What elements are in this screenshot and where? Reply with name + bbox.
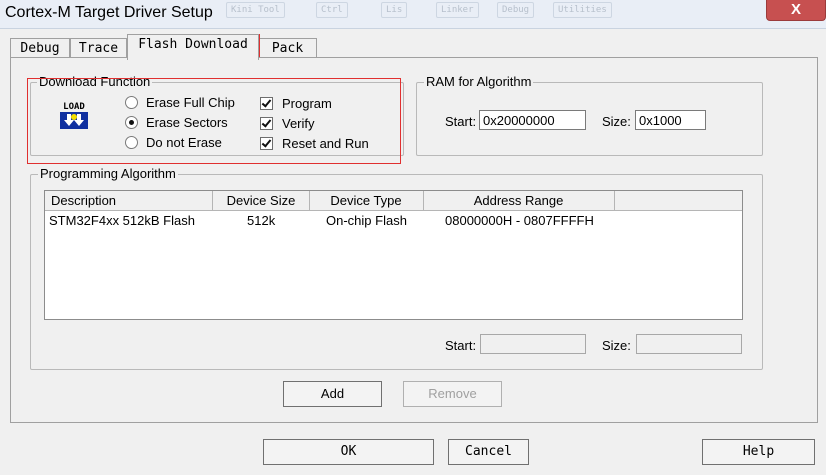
title-bar: Cortex-M Target Driver Setup Kini Tool C… bbox=[0, 0, 826, 29]
algorithm-table[interactable]: Description Device Size Device Type Addr… bbox=[44, 190, 743, 320]
checkbox-checked-icon[interactable] bbox=[260, 136, 273, 150]
ok-button[interactable]: OK bbox=[263, 439, 434, 465]
ghost-tab-3: Lis bbox=[381, 2, 408, 18]
help-button[interactable]: Help bbox=[702, 439, 815, 465]
add-button[interactable]: Add bbox=[283, 381, 382, 407]
ghost-tab-2: Ctrl bbox=[316, 2, 348, 18]
ghost-tab-1: Kini Tool bbox=[226, 2, 285, 18]
column-description[interactable]: Description bbox=[45, 191, 213, 210]
ghost-tab-5: Debug bbox=[497, 2, 535, 18]
ram-start-input[interactable]: 0x20000000 bbox=[479, 110, 586, 130]
radio-icon[interactable] bbox=[125, 95, 138, 109]
erase-sectors-option[interactable]: Erase Sectors bbox=[125, 113, 228, 131]
algorithm-start-label: Start: bbox=[445, 338, 477, 353]
reset-and-run-label: Reset and Run bbox=[282, 135, 369, 151]
row-device-type: On-chip Flash bbox=[326, 213, 407, 228]
programming-algorithm-title: Programming Algorithm bbox=[38, 166, 178, 181]
row-address-range: 08000000H - 0807FFFFH bbox=[445, 213, 594, 228]
column-device-size[interactable]: Device Size bbox=[213, 191, 310, 210]
table-header: Description Device Size Device Type Addr… bbox=[45, 191, 742, 211]
ram-for-algorithm-title: RAM for Algorithm bbox=[424, 74, 534, 89]
verify-label: Verify bbox=[282, 115, 315, 131]
load-icon: LOAD bbox=[58, 99, 90, 131]
algorithm-start-input[interactable] bbox=[480, 334, 586, 354]
column-device-type[interactable]: Device Type bbox=[309, 191, 424, 210]
program-label: Program bbox=[282, 95, 332, 111]
algorithm-size-label: Size: bbox=[602, 338, 631, 353]
cancel-button[interactable]: Cancel bbox=[448, 439, 529, 465]
download-function-title: Download Function bbox=[37, 74, 153, 89]
erase-sectors-label: Erase Sectors bbox=[146, 114, 228, 130]
remove-button[interactable]: Remove bbox=[403, 381, 502, 407]
close-button[interactable]: X bbox=[766, 0, 826, 21]
row-description: STM32F4xx 512kB Flash bbox=[49, 213, 195, 228]
ram-start-label: Start: bbox=[445, 114, 477, 129]
close-icon: X bbox=[790, 1, 801, 18]
load-icon-text: LOAD bbox=[63, 102, 85, 112]
checkbox-checked-icon[interactable] bbox=[260, 96, 273, 110]
tab-flash-download[interactable]: Flash Download bbox=[127, 34, 259, 60]
algorithm-size-input[interactable] bbox=[636, 334, 742, 354]
verify-checkbox[interactable]: Verify bbox=[260, 114, 315, 132]
radio-selected-icon[interactable] bbox=[125, 115, 138, 129]
ram-size-input[interactable]: 0x1000 bbox=[635, 110, 706, 130]
row-device-size: 512k bbox=[247, 213, 276, 228]
ghost-tab-6: Utilities bbox=[553, 2, 612, 18]
ram-size-label: Size: bbox=[602, 114, 631, 129]
erase-full-chip-label: Erase Full Chip bbox=[146, 94, 235, 110]
program-checkbox[interactable]: Program bbox=[260, 94, 332, 112]
erase-full-chip-option[interactable]: Erase Full Chip bbox=[125, 93, 235, 111]
ghost-tab-4: Linker bbox=[436, 2, 479, 18]
radio-icon[interactable] bbox=[125, 135, 138, 149]
column-address-range[interactable]: Address Range bbox=[423, 191, 615, 210]
window-title: Cortex-M Target Driver Setup bbox=[5, 4, 213, 21]
do-not-erase-option[interactable]: Do not Erase bbox=[125, 133, 222, 151]
do-not-erase-label: Do not Erase bbox=[146, 134, 222, 150]
reset-and-run-checkbox[interactable]: Reset and Run bbox=[260, 134, 369, 152]
checkbox-checked-icon[interactable] bbox=[260, 116, 273, 130]
